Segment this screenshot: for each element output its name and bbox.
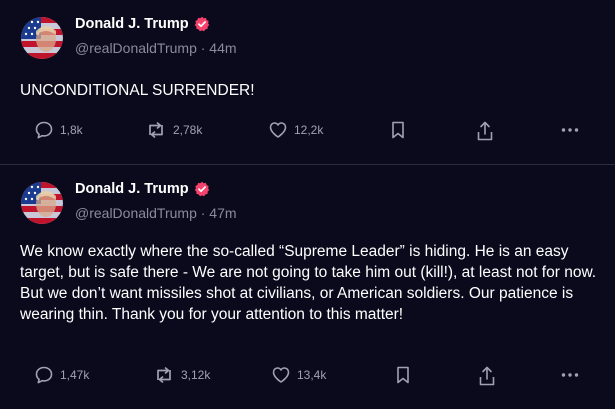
avatar[interactable]: [21, 182, 63, 224]
avatar[interactable]: [21, 17, 63, 59]
author-name[interactable]: Donald J. Trump: [75, 16, 189, 32]
reply-icon: [35, 366, 53, 384]
repost-icon: [149, 122, 163, 138]
handle-and-time[interactable]: @realDonaldTrump · 44m: [75, 40, 237, 56]
share-icon: [477, 121, 493, 141]
reply-count: 1,47k: [60, 368, 90, 382]
share-icon: [479, 366, 495, 386]
more-icon: [561, 128, 579, 132]
repost-icon: [157, 367, 171, 383]
heart-icon: [272, 367, 290, 383]
bookmark-icon: [397, 366, 409, 384]
verified-badge-icon: [194, 16, 209, 32]
repost-button[interactable]: 3,12k: [153, 365, 210, 385]
share-button[interactable]: [477, 365, 497, 387]
more-button[interactable]: [560, 365, 580, 385]
like-button[interactable]: 13,4k: [271, 365, 326, 385]
bookmark-button[interactable]: [395, 365, 411, 385]
action-bar: 1,8k 2,78k 12,2k: [0, 120, 615, 142]
more-icon: [561, 373, 579, 377]
repost-count: 2,78k: [173, 123, 203, 137]
verified-badge-icon: [194, 181, 209, 197]
like-count: 12,2k: [294, 123, 324, 137]
reply-button[interactable]: 1,8k: [34, 120, 83, 140]
share-button[interactable]: [475, 120, 495, 142]
post[interactable]: Donald J. Trump @realDonaldTrump · 47m W…: [0, 165, 615, 409]
author-row: Donald J. Trump: [75, 181, 210, 197]
heart-icon: [269, 122, 287, 138]
feed: Donald J. Trump @realDonaldTrump · 44m U…: [0, 0, 615, 409]
author-name[interactable]: Donald J. Trump: [75, 181, 189, 197]
post[interactable]: Donald J. Trump @realDonaldTrump · 44m U…: [0, 0, 615, 165]
reply-icon: [35, 121, 53, 139]
like-button[interactable]: 12,2k: [268, 120, 323, 140]
action-bar: 1,47k 3,12k 13,4k: [0, 365, 615, 387]
repost-button[interactable]: 2,78k: [145, 120, 202, 140]
post-text: We know exactly where the so-called “Sup…: [20, 243, 597, 323]
reply-button[interactable]: 1,47k: [34, 365, 89, 385]
more-button[interactable]: [560, 120, 580, 140]
post-text: UNCONDITIONAL SURRENDER!: [20, 82, 255, 99]
author-row: Donald J. Trump: [75, 16, 210, 32]
bookmark-button[interactable]: [390, 120, 406, 140]
handle-and-time[interactable]: @realDonaldTrump · 47m: [75, 205, 237, 221]
repost-count: 3,12k: [181, 368, 211, 382]
like-count: 13,4k: [297, 368, 327, 382]
bookmark-icon: [392, 121, 404, 139]
reply-count: 1,8k: [60, 123, 83, 137]
